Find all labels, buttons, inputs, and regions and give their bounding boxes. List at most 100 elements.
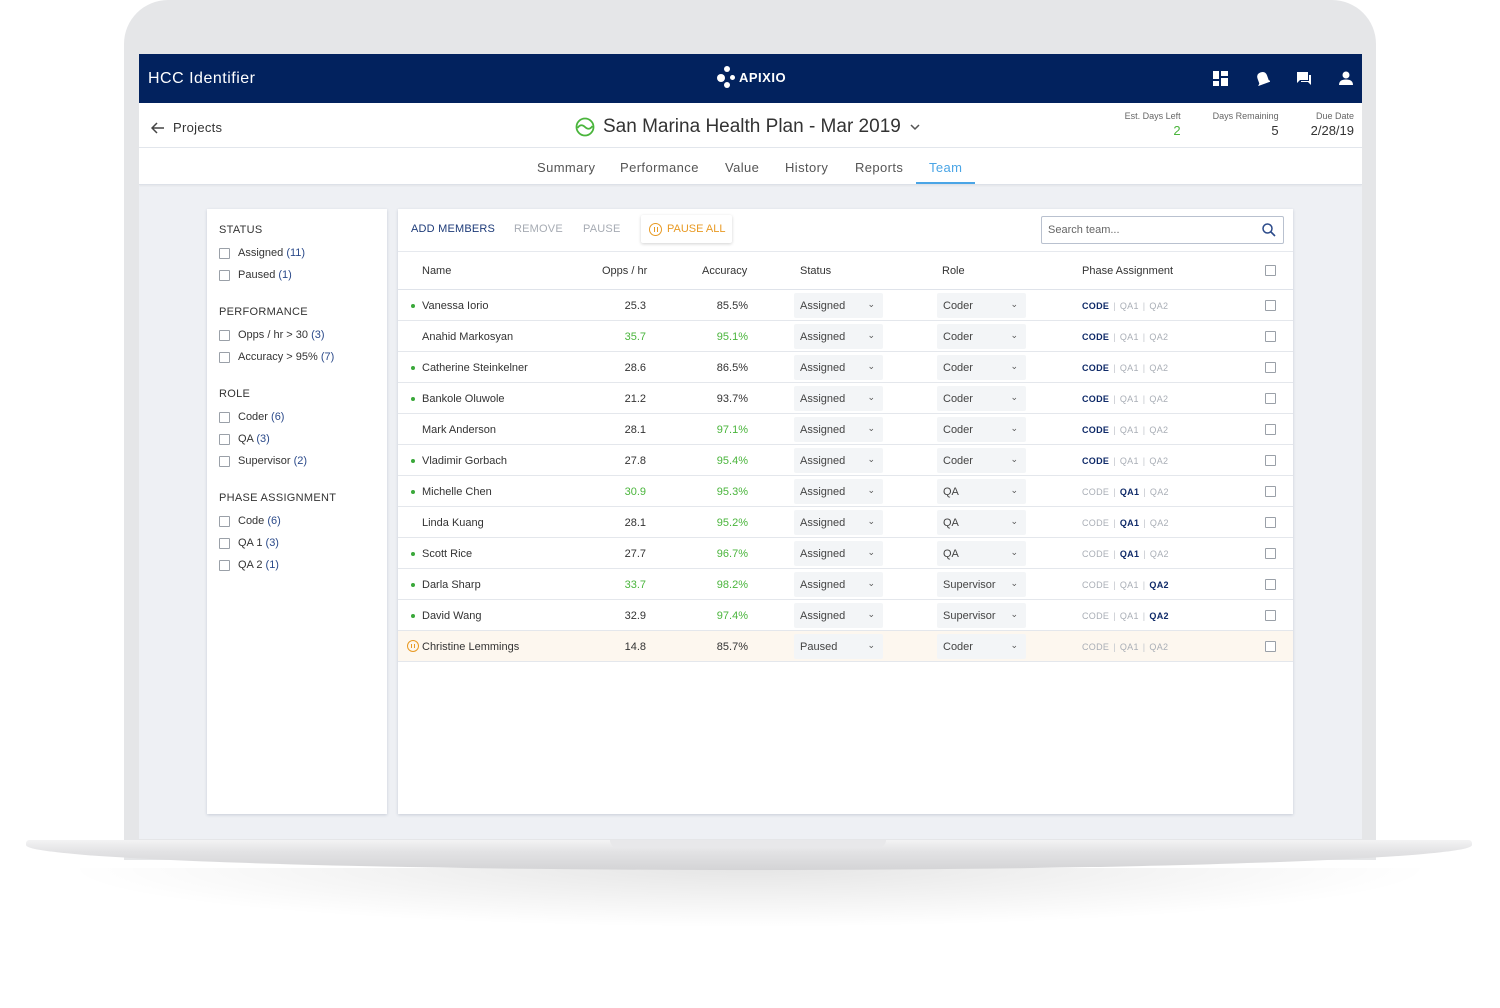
filter-checkbox[interactable] xyxy=(219,559,230,571)
member-name[interactable]: Darla Sharp xyxy=(422,579,481,591)
phase-qa1-toggle[interactable]: QA1 xyxy=(1120,642,1139,652)
table-row[interactable]: Michelle Chen 30.9 95.3% Assigned ⌄ QA ⌄… xyxy=(398,476,1293,507)
filter-option[interactable]: Code (6) xyxy=(219,510,375,532)
pause-button[interactable]: PAUSE xyxy=(583,223,620,235)
row-select-checkbox[interactable] xyxy=(1265,331,1276,342)
filter-option[interactable]: QA (3) xyxy=(219,428,375,450)
status-select[interactable]: Assigned ⌄ xyxy=(794,541,883,566)
phase-code-toggle[interactable]: CODE xyxy=(1082,332,1109,342)
filter-option[interactable]: QA 1 (3) xyxy=(219,532,375,554)
filter-option[interactable]: Paused (1) xyxy=(219,264,375,286)
status-select[interactable]: Paused ⌄ xyxy=(794,634,883,659)
phase-qa2-toggle[interactable]: QA2 xyxy=(1149,425,1168,435)
phase-qa2-toggle[interactable]: QA2 xyxy=(1150,549,1169,559)
phase-code-toggle[interactable]: CODE xyxy=(1082,580,1109,590)
filter-option[interactable]: Coder (6) xyxy=(219,406,375,428)
role-select[interactable]: QA ⌄ xyxy=(937,479,1026,504)
row-select-checkbox[interactable] xyxy=(1265,486,1276,497)
row-select-checkbox[interactable] xyxy=(1265,455,1276,466)
notifications-icon[interactable] xyxy=(1252,68,1272,88)
messages-icon[interactable] xyxy=(1294,68,1314,88)
role-select[interactable]: QA ⌄ xyxy=(937,541,1026,566)
table-row[interactable]: Anahid Markosyan 35.7 95.1% Assigned ⌄ C… xyxy=(398,321,1293,352)
phase-qa1-toggle[interactable]: QA1 xyxy=(1120,580,1139,590)
filter-checkbox[interactable] xyxy=(219,433,230,445)
phase-qa2-toggle[interactable]: QA2 xyxy=(1149,363,1168,373)
col-opps[interactable]: Opps / hr xyxy=(602,265,647,277)
filter-checkbox[interactable] xyxy=(219,537,230,549)
phase-code-toggle[interactable]: CODE xyxy=(1082,518,1109,528)
filter-checkbox[interactable] xyxy=(219,455,230,467)
phase-qa1-toggle[interactable]: QA1 xyxy=(1120,487,1139,497)
role-select[interactable]: QA ⌄ xyxy=(937,510,1026,535)
row-select-checkbox[interactable] xyxy=(1265,424,1276,435)
row-select-checkbox[interactable] xyxy=(1265,517,1276,528)
phase-qa2-toggle[interactable]: QA2 xyxy=(1149,580,1168,590)
role-select[interactable]: Supervisor ⌄ xyxy=(937,572,1026,597)
phase-qa1-toggle[interactable]: QA1 xyxy=(1120,549,1139,559)
search-team-input[interactable] xyxy=(1048,224,1248,236)
filter-option[interactable]: Assigned (11) xyxy=(219,242,375,264)
member-name[interactable]: Vanessa Iorio xyxy=(422,300,488,312)
phase-qa1-toggle[interactable]: QA1 xyxy=(1120,332,1139,342)
user-icon[interactable] xyxy=(1336,68,1356,88)
tab-team[interactable]: Team xyxy=(929,160,962,175)
phase-qa2-toggle[interactable]: QA2 xyxy=(1149,611,1168,621)
phase-qa2-toggle[interactable]: QA2 xyxy=(1150,487,1169,497)
role-select[interactable]: Coder ⌄ xyxy=(937,448,1026,473)
tab-history[interactable]: History xyxy=(785,160,828,175)
status-select[interactable]: Assigned ⌄ xyxy=(794,417,883,442)
phase-qa1-toggle[interactable]: QA1 xyxy=(1120,363,1139,373)
row-select-checkbox[interactable] xyxy=(1265,393,1276,404)
table-row[interactable]: Vladimir Gorbach 27.8 95.4% Assigned ⌄ C… xyxy=(398,445,1293,476)
phase-qa1-toggle[interactable]: QA1 xyxy=(1120,394,1139,404)
phase-qa1-toggle[interactable]: QA1 xyxy=(1120,301,1139,311)
tab-reports[interactable]: Reports xyxy=(855,160,903,175)
member-name[interactable]: Bankole Oluwole xyxy=(422,393,505,405)
role-select[interactable]: Coder ⌄ xyxy=(937,324,1026,349)
select-all-checkbox[interactable] xyxy=(1265,265,1276,276)
tab-value[interactable]: Value xyxy=(725,160,759,175)
col-phase[interactable]: Phase Assignment xyxy=(1082,265,1173,277)
status-select[interactable]: Assigned ⌄ xyxy=(794,448,883,473)
phase-qa2-toggle[interactable]: QA2 xyxy=(1149,301,1168,311)
row-select-checkbox[interactable] xyxy=(1265,362,1276,373)
status-select[interactable]: Assigned ⌄ xyxy=(794,572,883,597)
phase-code-toggle[interactable]: CODE xyxy=(1082,456,1109,466)
row-select-checkbox[interactable] xyxy=(1265,610,1276,621)
role-select[interactable]: Supervisor ⌄ xyxy=(937,603,1026,628)
member-name[interactable]: Catherine Steinkelner xyxy=(422,362,528,374)
table-row[interactable]: Scott Rice 27.7 96.7% Assigned ⌄ QA ⌄ CO… xyxy=(398,538,1293,569)
col-name[interactable]: Name xyxy=(422,265,451,277)
phase-qa2-toggle[interactable]: QA2 xyxy=(1149,394,1168,404)
row-select-checkbox[interactable] xyxy=(1265,641,1276,652)
search-team-field[interactable] xyxy=(1041,216,1284,244)
tab-performance[interactable]: Performance xyxy=(620,160,699,175)
member-name[interactable]: David Wang xyxy=(422,610,482,622)
status-select[interactable]: Assigned ⌄ xyxy=(794,324,883,349)
member-name[interactable]: Anahid Markosyan xyxy=(422,331,513,343)
member-name[interactable]: Christine Lemmings xyxy=(422,641,519,653)
col-role[interactable]: Role xyxy=(942,265,965,277)
filter-option[interactable]: Accuracy > 95% (7) xyxy=(219,346,375,368)
phase-code-toggle[interactable]: CODE xyxy=(1082,425,1109,435)
table-row[interactable]: Vanessa Iorio 25.3 85.5% Assigned ⌄ Code… xyxy=(398,290,1293,321)
phase-code-toggle[interactable]: CODE xyxy=(1082,487,1109,497)
tab-summary[interactable]: Summary xyxy=(537,160,595,175)
search-icon[interactable] xyxy=(1262,223,1276,237)
member-name[interactable]: Linda Kuang xyxy=(422,517,484,529)
add-members-button[interactable]: ADD MEMBERS xyxy=(411,223,495,235)
member-name[interactable]: Scott Rice xyxy=(422,548,472,560)
pause-all-button[interactable]: PAUSE ALL xyxy=(641,215,732,243)
member-name[interactable]: Mark Anderson xyxy=(422,424,496,436)
filter-checkbox[interactable] xyxy=(219,329,230,341)
table-row[interactable]: Catherine Steinkelner 28.6 86.5% Assigne… xyxy=(398,352,1293,383)
phase-qa2-toggle[interactable]: QA2 xyxy=(1149,456,1168,466)
back-to-projects-link[interactable]: Projects xyxy=(151,120,222,135)
row-select-checkbox[interactable] xyxy=(1265,548,1276,559)
status-select[interactable]: Assigned ⌄ xyxy=(794,603,883,628)
filter-checkbox[interactable] xyxy=(219,247,230,259)
role-select[interactable]: Coder ⌄ xyxy=(937,355,1026,380)
remove-button[interactable]: REMOVE xyxy=(514,223,563,235)
phase-qa1-toggle[interactable]: QA1 xyxy=(1120,456,1139,466)
